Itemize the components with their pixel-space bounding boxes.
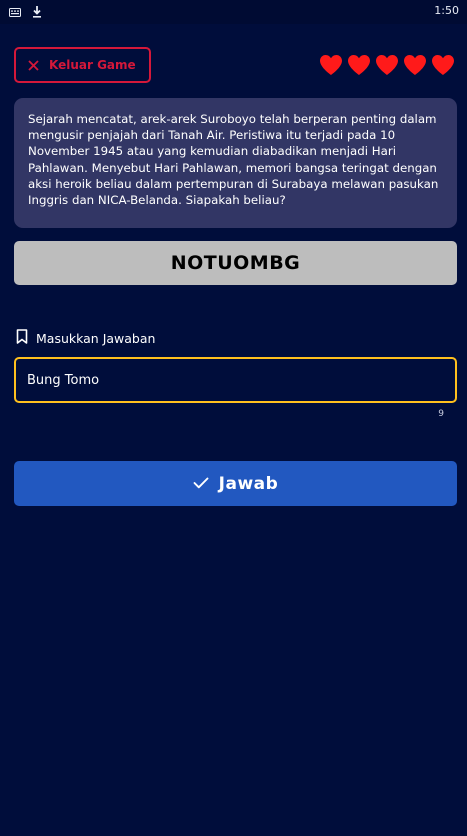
question-card: Sejarah mencatat, arek-arek Suroboyo tel… <box>14 98 457 228</box>
notification-icon <box>8 5 22 19</box>
answer-label-row: Masukkan Jawaban <box>16 329 155 348</box>
char-counter: 9 <box>438 409 444 419</box>
submit-answer-button[interactable]: Jawab <box>14 461 457 506</box>
heart-icon <box>347 54 371 76</box>
answer-label: Masukkan Jawaban <box>36 331 156 346</box>
heart-icon <box>431 54 455 76</box>
status-icons <box>8 5 44 19</box>
status-bar: 1:50 <box>0 0 467 24</box>
answer-input[interactable] <box>14 357 457 403</box>
close-icon <box>28 56 39 75</box>
download-icon <box>30 5 44 19</box>
heart-icon <box>403 54 427 76</box>
heart-icon <box>375 54 399 76</box>
scrambled-word-box: NOTUOMBG <box>14 241 457 285</box>
exit-game-label: Keluar Game <box>49 58 136 72</box>
status-time: 1:50 <box>434 4 459 17</box>
lives-hearts <box>319 54 455 76</box>
bookmark-icon <box>16 329 28 348</box>
question-text: Sejarah mencatat, arek-arek Suroboyo tel… <box>28 112 439 208</box>
heart-icon <box>319 54 343 76</box>
exit-game-button[interactable]: Keluar Game <box>14 47 151 83</box>
scrambled-word: NOTUOMBG <box>170 252 301 274</box>
submit-label: Jawab <box>218 473 279 494</box>
check-icon <box>193 474 209 493</box>
